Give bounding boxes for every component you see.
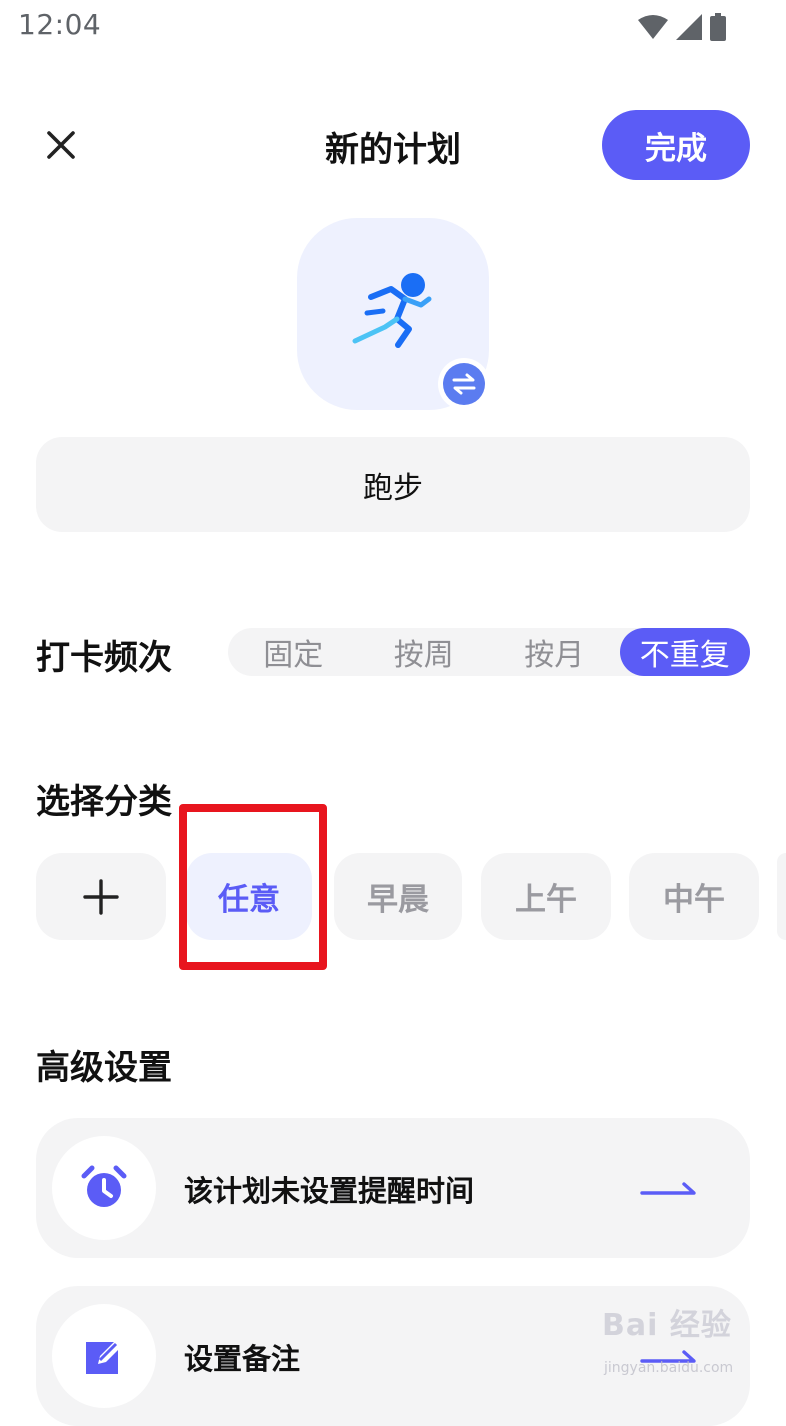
change-icon-button[interactable] — [438, 358, 490, 410]
note-setting-text: 设置备注 — [184, 1342, 301, 1376]
frequency-option-weekly[interactable]: 按周 — [359, 628, 490, 676]
category-chip-partial[interactable] — [777, 853, 786, 940]
close-button[interactable] — [38, 122, 84, 168]
plus-icon — [83, 878, 119, 915]
frequency-label: 打卡频次 — [36, 638, 172, 678]
advanced-settings-label: 高级设置 — [36, 1048, 172, 1088]
add-category-button[interactable] — [36, 853, 166, 940]
note-icon-circle — [52, 1304, 156, 1408]
arrow-right-icon — [640, 1182, 696, 1195]
wifi-icon — [638, 15, 668, 39]
category-chip-morning[interactable]: 上午 — [481, 853, 611, 940]
battery-icon — [710, 13, 726, 41]
status-time: 12:04 — [18, 8, 102, 41]
watermark-url: jingyan.baidu.com — [604, 1360, 734, 1376]
running-person-icon — [352, 273, 432, 348]
frequency-segmented-control: 固定 按周 按月 不重复 — [228, 628, 750, 676]
category-chip-early-morning[interactable]: 早晨 — [334, 853, 462, 940]
category-chip-any[interactable]: 任意 — [186, 853, 312, 940]
frequency-option-fixed[interactable]: 固定 — [228, 628, 359, 676]
done-button[interactable]: 完成 — [602, 110, 750, 180]
reminder-setting-text: 该计划未设置提醒时间 — [184, 1174, 475, 1208]
close-icon — [47, 131, 75, 159]
reminder-setting-row[interactable]: 该计划未设置提醒时间 — [36, 1118, 750, 1258]
swap-arrows-icon — [452, 373, 476, 395]
frequency-option-no-repeat[interactable]: 不重复 — [619, 628, 750, 676]
frequency-option-monthly[interactable]: 按月 — [489, 628, 620, 676]
swap-badge — [443, 363, 485, 405]
plan-name-input[interactable]: 跑步 — [36, 437, 750, 532]
watermark-logo: Bai 经验 — [602, 1308, 732, 1343]
category-chip-noon[interactable]: 中午 — [629, 853, 759, 940]
cell-signal-icon — [676, 14, 702, 40]
edit-note-icon — [86, 1340, 122, 1374]
category-label: 选择分类 — [36, 782, 172, 822]
status-icons — [638, 12, 726, 42]
alarm-clock-icon — [81, 1165, 127, 1207]
reminder-icon-circle — [52, 1136, 156, 1240]
